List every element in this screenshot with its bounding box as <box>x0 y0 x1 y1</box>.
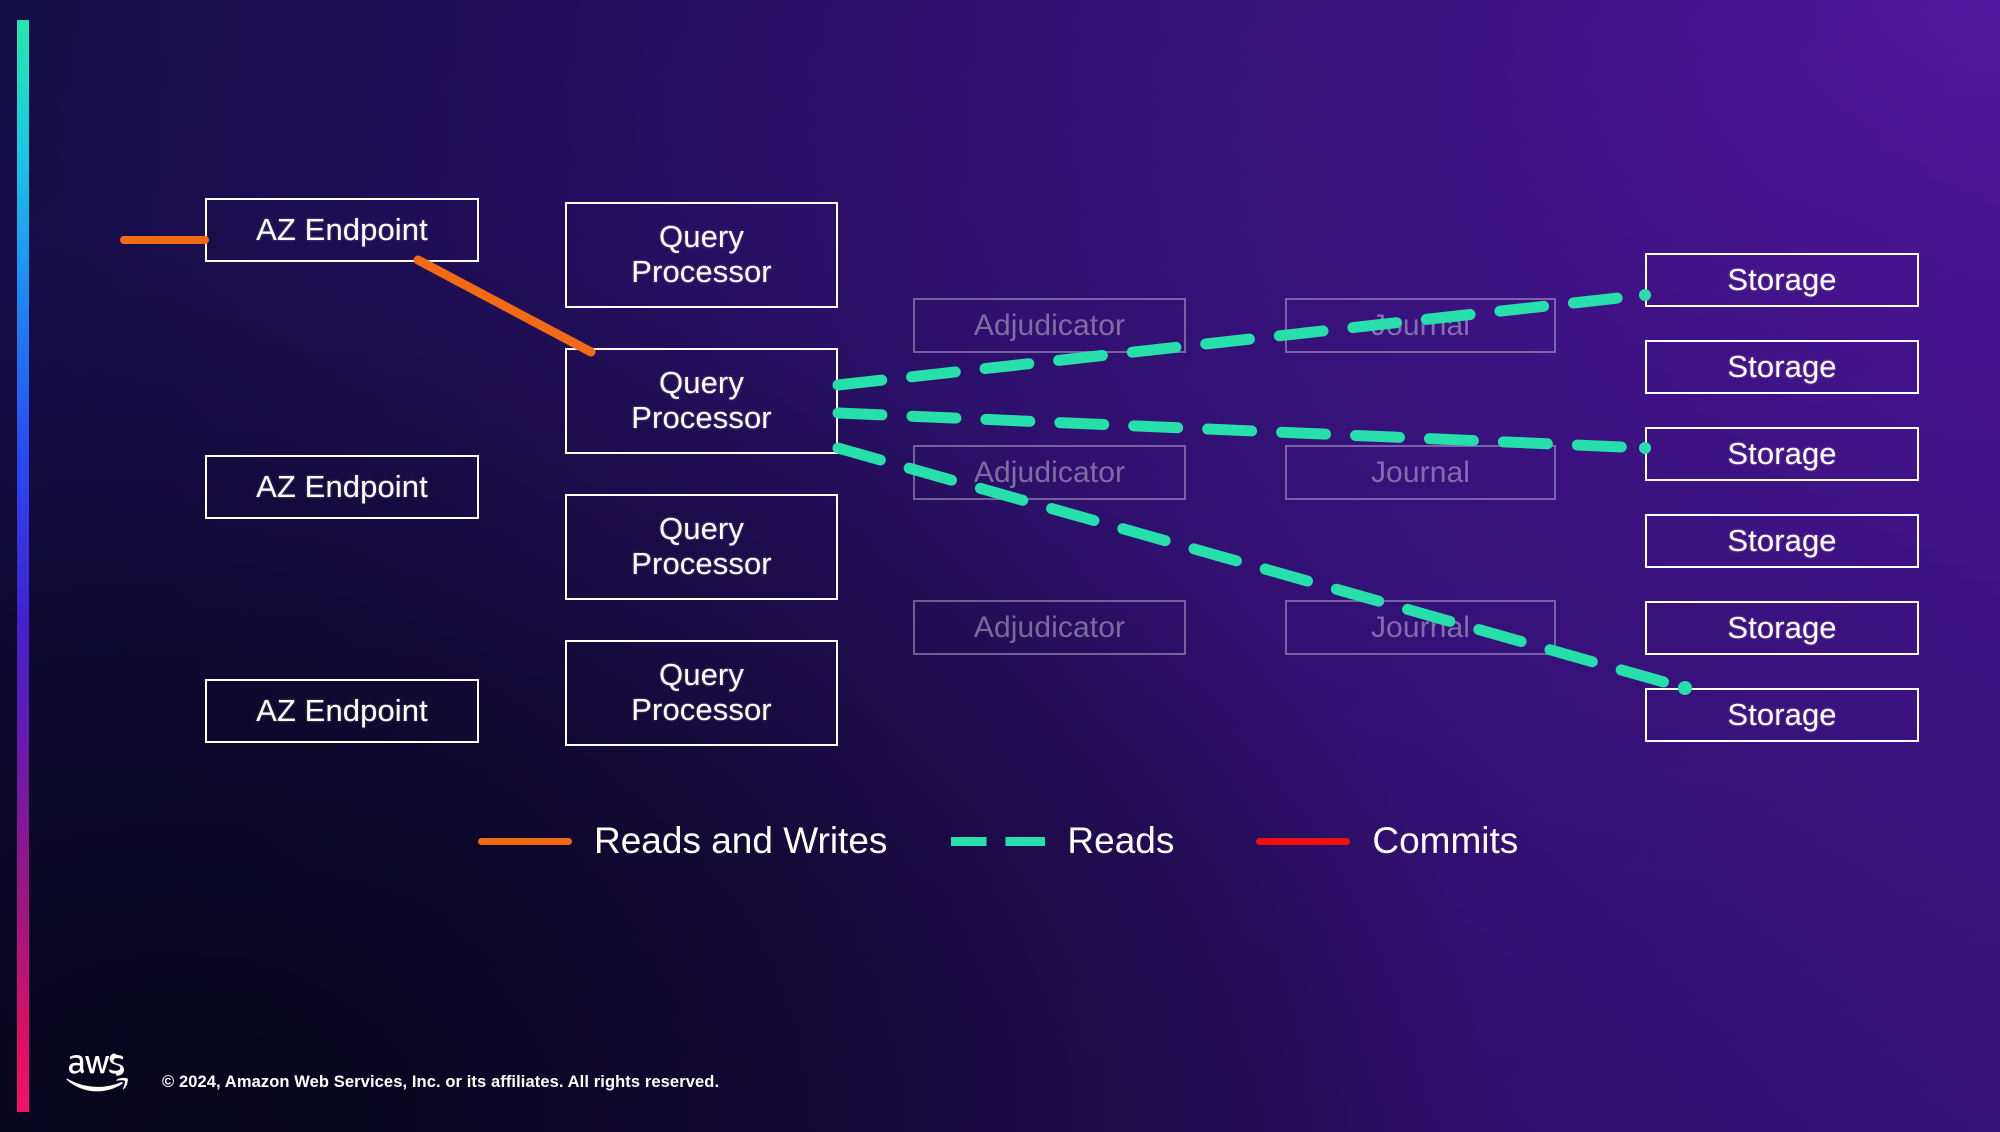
footer: © 2024, Amazon Web Services, Inc. or its… <box>66 1052 719 1098</box>
legend-label-reads: Reads <box>1067 820 1175 861</box>
adjudicator-box-2[interactable]: Adjudicator <box>913 445 1186 500</box>
storage-label-1: Storage <box>1727 261 1837 297</box>
legend-item-reads: Reads <box>951 820 1174 862</box>
storage-box-4[interactable]: Storage <box>1645 514 1919 568</box>
storage-box-3[interactable]: Storage <box>1645 427 1919 481</box>
az-endpoint-label-2: AZ Endpoint <box>256 468 428 504</box>
query-processor-box-3[interactable]: Query Processor <box>565 494 838 600</box>
query-processor-label-4: Query Processor <box>631 657 772 727</box>
journal-label-1: Journal <box>1370 308 1471 342</box>
query-processor-label-1-line2: Processor <box>631 254 772 289</box>
query-processor-label-2-line2: Processor <box>631 400 772 435</box>
journal-label-2: Journal <box>1370 455 1471 489</box>
journal-box-2[interactable]: Journal <box>1285 445 1556 500</box>
adjudicator-box-3[interactable]: Adjudicator <box>913 600 1186 655</box>
storage-label-6: Storage <box>1727 696 1837 732</box>
query-processor-label-4-line1: Query <box>659 657 744 693</box>
legend-swatch-commits-icon <box>1256 837 1351 845</box>
journal-box-3[interactable]: Journal <box>1285 600 1556 655</box>
journal-label-3: Journal <box>1370 610 1471 644</box>
adjudicator-label-3: Adjudicator <box>973 610 1126 644</box>
storage-box-6[interactable]: Storage <box>1645 688 1919 742</box>
legend-item-reads-and-writes: Reads and Writes <box>478 820 887 862</box>
az-endpoint-label-3: AZ Endpoint <box>256 692 428 728</box>
query-processor-box-4[interactable]: Query Processor <box>565 640 838 746</box>
legend-label-commits: Commits <box>1372 820 1519 861</box>
query-processor-label-1: Query Processor <box>631 219 772 289</box>
query-processor-box-2[interactable]: Query Processor <box>565 348 838 454</box>
az-endpoint-box-2[interactable]: AZ Endpoint <box>205 455 479 519</box>
query-processor-label-2-line1: Query <box>659 365 744 401</box>
storage-label-3: Storage <box>1727 435 1837 471</box>
slide-canvas: AZ Endpoint AZ Endpoint AZ Endpoint Quer… <box>0 0 2000 1132</box>
storage-box-1[interactable]: Storage <box>1645 253 1919 307</box>
adjudicator-box-1[interactable]: Adjudicator <box>913 298 1186 353</box>
legend-swatch-reads-icon <box>951 836 1046 846</box>
az-endpoint-label-1: AZ Endpoint <box>256 211 428 247</box>
legend-label-reads-and-writes: Reads and Writes <box>594 820 888 861</box>
query-processor-label-3: Query Processor <box>631 511 772 581</box>
query-processor-label-3-line1: Query <box>659 511 744 547</box>
query-processor-label-2: Query Processor <box>631 365 772 435</box>
storage-label-4: Storage <box>1727 522 1837 558</box>
query-processor-label-3-line2: Processor <box>631 546 772 581</box>
legend-swatch-reads-and-writes-icon <box>478 837 572 845</box>
journal-box-1[interactable]: Journal <box>1285 298 1556 353</box>
aws-logo-icon <box>66 1053 128 1092</box>
adjudicator-label-2: Adjudicator <box>973 455 1126 489</box>
storage-box-2[interactable]: Storage <box>1645 340 1919 394</box>
legend-item-commits: Commits <box>1256 820 1518 862</box>
query-processor-label-1-line1: Query <box>659 219 744 255</box>
az-endpoint-box-1[interactable]: AZ Endpoint <box>205 198 479 262</box>
legend: Reads and Writes Reads Commits <box>478 820 1518 862</box>
storage-label-5: Storage <box>1727 609 1837 645</box>
query-processor-label-4-line2: Processor <box>631 692 772 727</box>
copyright-text: © 2024, Amazon Web Services, Inc. or its… <box>162 1073 720 1091</box>
storage-label-2: Storage <box>1727 348 1837 384</box>
query-processor-box-1[interactable]: Query Processor <box>565 202 838 308</box>
left-accent-gradient-bar <box>17 20 29 1112</box>
az-endpoint-box-3[interactable]: AZ Endpoint <box>205 679 479 743</box>
storage-box-5[interactable]: Storage <box>1645 601 1919 655</box>
adjudicator-label-1: Adjudicator <box>973 308 1126 342</box>
